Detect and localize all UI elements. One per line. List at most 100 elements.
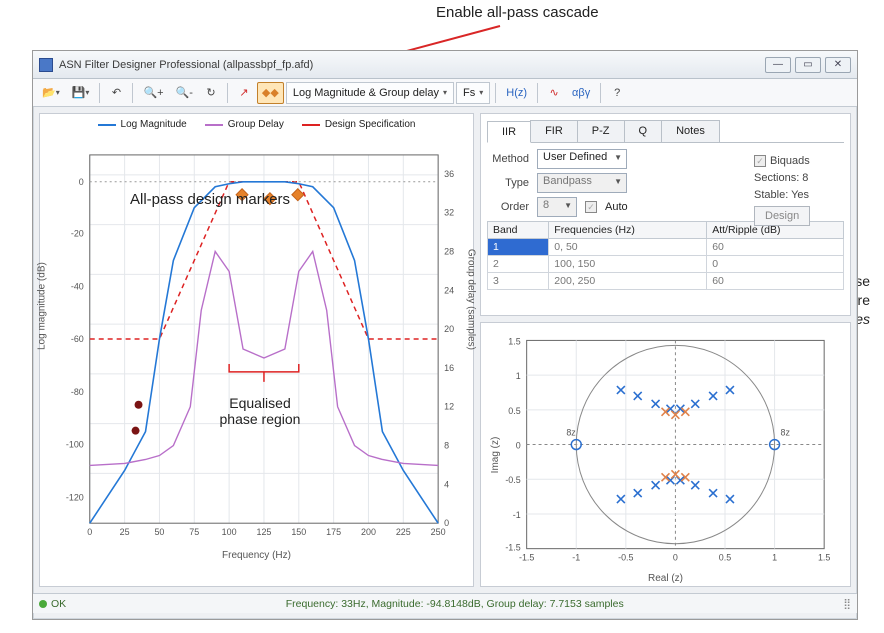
tab-q[interactable]: Q bbox=[624, 120, 663, 142]
response-chart-panel: Log Magnitude Group Delay Design Specifi… bbox=[39, 113, 474, 587]
svg-text:175: 175 bbox=[326, 527, 341, 537]
design-info-col: ✓ Biquads Sections: 8 Stable: Yes Design bbox=[754, 150, 840, 231]
type-label: Type bbox=[487, 177, 529, 189]
window-title: ASN Filter Designer Professional (allpas… bbox=[59, 59, 313, 71]
svg-text:24: 24 bbox=[444, 285, 454, 295]
svg-text:250: 250 bbox=[431, 527, 446, 537]
maximize-button[interactable]: ▭ bbox=[795, 57, 821, 73]
svg-text:225: 225 bbox=[396, 527, 411, 537]
pz-chart[interactable]: -1.5-1-0.500.511.5 1.510.50-0.5-1-1.5 8z… bbox=[487, 329, 844, 580]
design-button[interactable]: Design bbox=[754, 206, 810, 226]
help-button[interactable]: ? bbox=[606, 82, 628, 104]
sections-info: Sections: 8 bbox=[754, 172, 840, 184]
svg-text:-1: -1 bbox=[572, 553, 580, 563]
svg-text:36: 36 bbox=[444, 169, 454, 179]
legend-mag-label: Log Magnitude bbox=[121, 119, 187, 130]
titlebar: ASN Filter Designer Professional (allpas… bbox=[33, 51, 857, 79]
method-label: Method bbox=[487, 153, 529, 165]
response-chart[interactable]: 0-20-40-60-80-100-120 04812162024283236 … bbox=[40, 135, 473, 565]
table-row[interactable]: 3200, 25060 bbox=[488, 273, 844, 290]
svg-text:0: 0 bbox=[79, 177, 84, 187]
status-ok: OK bbox=[51, 598, 66, 610]
svg-text:-80: -80 bbox=[71, 387, 84, 397]
legend-spec-label: Design Specification bbox=[325, 119, 416, 130]
svg-text:1.5: 1.5 bbox=[818, 553, 830, 563]
legend-spec: Design Specification bbox=[302, 119, 416, 130]
fs-label: Fs bbox=[463, 87, 475, 99]
resize-grip-icon[interactable]: ⣿ bbox=[843, 598, 851, 610]
open-button[interactable]: 📂▾ bbox=[37, 82, 65, 104]
table-row[interactable]: 10, 5060 bbox=[488, 239, 844, 256]
minimize-button[interactable]: — bbox=[765, 57, 791, 73]
anno-design-markers: All-pass design markers bbox=[130, 191, 290, 208]
order-input: 8 bbox=[537, 197, 577, 217]
anno-equalised-region: Equalised phase region bbox=[210, 395, 310, 427]
tab-pz[interactable]: P-Z bbox=[577, 120, 625, 142]
legend-mag: Log Magnitude bbox=[98, 119, 187, 130]
fs-select[interactable]: Fs▾ bbox=[456, 82, 490, 104]
svg-text:1: 1 bbox=[516, 371, 521, 381]
svg-text:16: 16 bbox=[444, 363, 454, 373]
cell: 60 bbox=[707, 239, 844, 256]
chart-legend: Log Magnitude Group Delay Design Specifi… bbox=[40, 114, 473, 135]
alphabetagamma-tab[interactable]: αβγ bbox=[567, 82, 595, 104]
zoom-out-button[interactable]: 🔍- bbox=[171, 82, 198, 104]
cell: 60 bbox=[707, 273, 844, 290]
auto-label: Auto bbox=[605, 201, 628, 213]
app-window: ASN Filter Designer Professional (allpas… bbox=[32, 50, 858, 620]
toolbar: 📂▾ 💾▾ ↶ 🔍+ 🔍- ↻ ↗ ◆◆ Log Magnitude & Gro… bbox=[33, 79, 857, 107]
auto-checkbox: ✓ bbox=[585, 201, 597, 213]
svg-text:-20: -20 bbox=[71, 229, 84, 239]
view-mode-select[interactable]: Log Magnitude & Group delay▾ bbox=[286, 82, 454, 104]
svg-text:-40: -40 bbox=[71, 281, 84, 291]
method-select[interactable]: User Defined bbox=[537, 149, 627, 169]
close-button[interactable]: ✕ bbox=[825, 57, 851, 73]
legend-gd: Group Delay bbox=[205, 119, 284, 130]
table-row[interactable]: 2100, 1500 bbox=[488, 256, 844, 273]
svg-text:8z: 8z bbox=[781, 428, 791, 438]
status-readout: Frequency: 33Hz, Magnitude: -94.8148dB, … bbox=[286, 598, 624, 610]
reset-zoom-button[interactable]: ↻ bbox=[200, 82, 222, 104]
save-button[interactable]: 💾▾ bbox=[67, 82, 95, 104]
svg-text:32: 32 bbox=[444, 208, 454, 218]
svg-text:8z: 8z bbox=[566, 428, 576, 438]
stable-info: Stable: Yes bbox=[754, 189, 840, 201]
svg-text:150: 150 bbox=[291, 527, 306, 537]
band-table[interactable]: BandFrequencies (Hz)Att/Ripple (dB) 10, … bbox=[487, 221, 844, 290]
undo-button[interactable]: ↶ bbox=[105, 82, 127, 104]
anno-enable-cascade: Enable all-pass cascade bbox=[436, 4, 599, 21]
biquads-label: Biquads bbox=[770, 155, 810, 167]
hz-tab[interactable]: H(z) bbox=[501, 82, 532, 104]
svg-text:125: 125 bbox=[256, 527, 271, 537]
svg-text:0.5: 0.5 bbox=[719, 553, 731, 563]
svg-text:50: 50 bbox=[154, 527, 164, 537]
tab-notes[interactable]: Notes bbox=[661, 120, 720, 142]
cell: 1 bbox=[488, 239, 549, 256]
svg-text:25: 25 bbox=[120, 527, 130, 537]
svg-text:1: 1 bbox=[772, 553, 777, 563]
response-icon[interactable]: ∿ bbox=[543, 82, 565, 104]
svg-text:20: 20 bbox=[444, 324, 454, 334]
svg-text:0: 0 bbox=[516, 441, 521, 451]
design-tabs: IIR FIR P-Z Q Notes bbox=[487, 120, 844, 143]
svg-text:12: 12 bbox=[444, 402, 454, 412]
svg-text:8: 8 bbox=[444, 441, 449, 451]
svg-text:200: 200 bbox=[361, 527, 376, 537]
svg-text:-60: -60 bbox=[71, 334, 84, 344]
allpass-cascade-button[interactable]: ◆◆ bbox=[257, 82, 284, 104]
svg-text:28: 28 bbox=[444, 246, 454, 256]
svg-text:75: 75 bbox=[189, 527, 199, 537]
cell: 2 bbox=[488, 256, 549, 273]
svg-text:-1.5: -1.5 bbox=[519, 553, 534, 563]
order-label: Order bbox=[487, 201, 529, 213]
tab-fir[interactable]: FIR bbox=[530, 120, 578, 142]
zoom-in-button[interactable]: 🔍+ bbox=[138, 82, 168, 104]
biquads-checkbox: ✓ bbox=[754, 155, 766, 167]
tab-iir[interactable]: IIR bbox=[487, 121, 531, 143]
view-mode-label: Log Magnitude & Group delay bbox=[293, 87, 439, 99]
cell: 0 bbox=[707, 256, 844, 273]
ylabel-left: Log magnitude (dB) bbox=[37, 262, 48, 350]
markers-button[interactable]: ↗ bbox=[233, 82, 255, 104]
svg-text:-1: -1 bbox=[513, 510, 521, 520]
ok-icon bbox=[39, 600, 47, 608]
